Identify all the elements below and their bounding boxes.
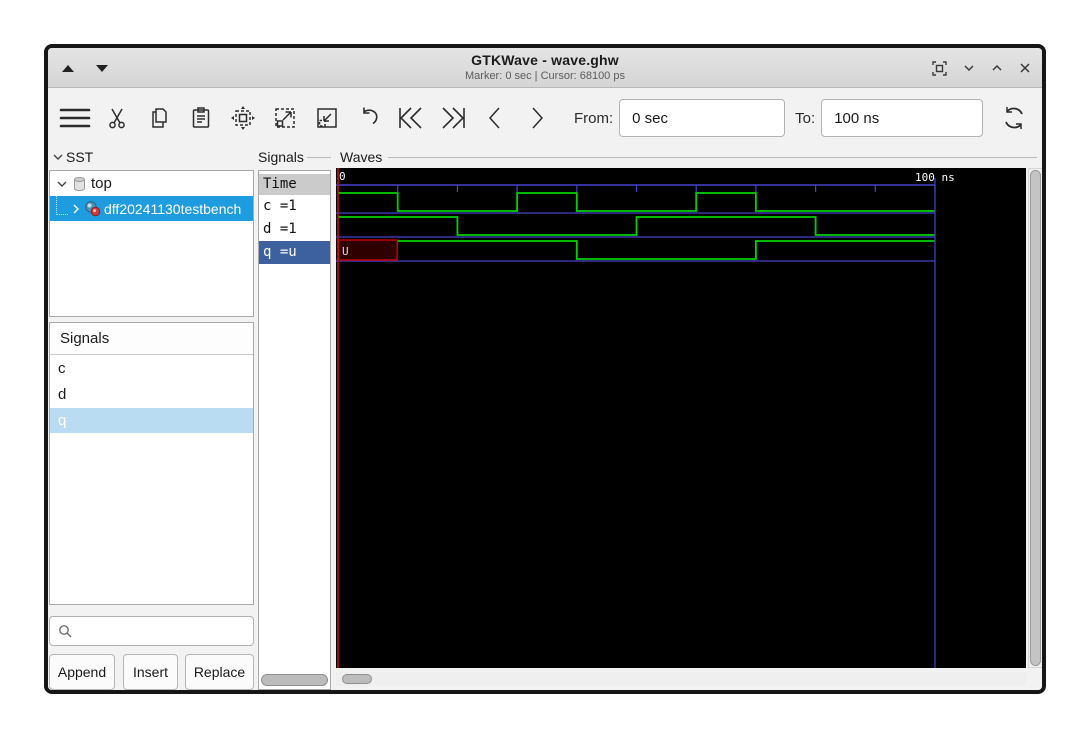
paste-icon[interactable] — [180, 96, 222, 140]
sst-label: SST — [66, 149, 94, 165]
expander-down-icon — [53, 154, 63, 160]
step-right-icon[interactable] — [516, 96, 558, 140]
signal-value: c =1 — [263, 198, 297, 214]
signal-value: q =u — [263, 244, 297, 260]
scrollbar-thumb[interactable] — [1030, 170, 1041, 666]
time-column-header[interactable]: Time — [259, 174, 330, 195]
frame-line — [388, 157, 1037, 158]
scrollbar-thumb[interactable] — [261, 674, 328, 686]
scrollbar-thumb[interactable] — [342, 674, 372, 684]
window-title: GTKWave - wave.ghw — [471, 52, 619, 68]
step-left-icon[interactable] — [474, 96, 516, 140]
signals-hscrollbar[interactable] — [261, 674, 328, 686]
append-button[interactable]: Append — [49, 654, 115, 690]
undo-icon[interactable] — [348, 96, 390, 140]
menu-icon[interactable] — [54, 96, 96, 140]
sst-section-header[interactable]: SST — [52, 149, 93, 165]
wave-canvas[interactable]: 0 100 ns U — [336, 168, 1026, 668]
module-icon — [85, 201, 101, 217]
signal-value-row[interactable]: q =u — [259, 241, 330, 264]
signal-name: q — [58, 412, 67, 429]
waves-vscrollbar[interactable] — [1028, 168, 1042, 668]
tree-item-top[interactable]: top — [50, 171, 253, 196]
waves-hscrollbar[interactable] — [336, 672, 1026, 686]
expander-right-icon[interactable] — [71, 203, 81, 215]
waves-frame-label: Waves — [340, 149, 383, 165]
sst-tree: top dff20241130testbench — [49, 170, 254, 317]
zoom-fit-icon[interactable] — [222, 96, 264, 140]
waveform-plot: 0 100 nsU — [336, 168, 955, 668]
chevron-down-icon[interactable] — [962, 61, 976, 75]
search-icon — [59, 624, 72, 637]
copy-icon[interactable] — [138, 96, 180, 140]
signal-value-row[interactable]: d =1 — [259, 218, 330, 241]
signal-value-row[interactable]: c =1 — [259, 195, 330, 218]
zoom-in-icon[interactable] — [264, 96, 306, 140]
to-input[interactable] — [821, 99, 984, 137]
marker-cursor-status: Marker: 0 sec | Cursor: 68100 ps — [465, 70, 625, 82]
signal-name: c — [58, 360, 66, 377]
gtkwave-window: GTKWave - wave.ghw Marker: 0 sec | Curso… — [44, 44, 1046, 694]
database-icon — [74, 176, 85, 191]
reload-icon[interactable] — [993, 96, 1035, 140]
signal-browser: Signals c d q — [49, 322, 254, 605]
signal-search-input[interactable] — [49, 616, 254, 646]
close-icon[interactable] — [1018, 61, 1032, 75]
signal-value: d =1 — [263, 221, 297, 237]
signal-name: d — [58, 386, 67, 403]
replace-button[interactable]: Replace — [185, 654, 254, 690]
list-item[interactable]: c — [50, 356, 253, 381]
signals-values-panel: Time c =1 d =1 q =u — [258, 170, 331, 690]
append-button-label: Append — [57, 664, 107, 680]
svg-text:0: 0 — [339, 170, 346, 183]
fullscreen-icon[interactable] — [931, 60, 948, 77]
replace-button-label: Replace — [193, 664, 246, 680]
tree-guide-line — [56, 192, 68, 215]
from-input[interactable] — [619, 99, 786, 137]
svg-text:U: U — [342, 245, 349, 258]
chevron-up-icon[interactable] — [990, 61, 1004, 75]
toolbar: From: To: — [48, 88, 1042, 148]
list-item[interactable]: q — [50, 408, 253, 433]
frame-line — [307, 157, 331, 158]
expander-down-icon[interactable] — [56, 179, 68, 189]
main-content: SST top dff20241130testbench Signals c d… — [48, 148, 1042, 690]
list-item[interactable]: d — [50, 382, 253, 407]
titlebar: GTKWave - wave.ghw Marker: 0 sec | Curso… — [48, 48, 1042, 88]
tree-item-label: dff20241130testbench — [104, 200, 242, 217]
cut-icon[interactable] — [96, 96, 138, 140]
to-label: To: — [795, 109, 816, 127]
zoom-out-icon[interactable] — [306, 96, 348, 140]
signal-browser-header: Signals — [50, 323, 253, 355]
from-label: From: — [574, 109, 614, 127]
tree-item-testbench[interactable]: dff20241130testbench — [50, 192, 253, 221]
skip-to-end-icon[interactable] — [432, 96, 474, 140]
tree-item-label: top — [91, 175, 112, 192]
insert-button-label: Insert — [132, 664, 168, 680]
insert-button[interactable]: Insert — [123, 654, 178, 690]
skip-to-start-icon[interactable] — [390, 96, 432, 140]
signals-frame-label: Signals — [258, 149, 304, 165]
